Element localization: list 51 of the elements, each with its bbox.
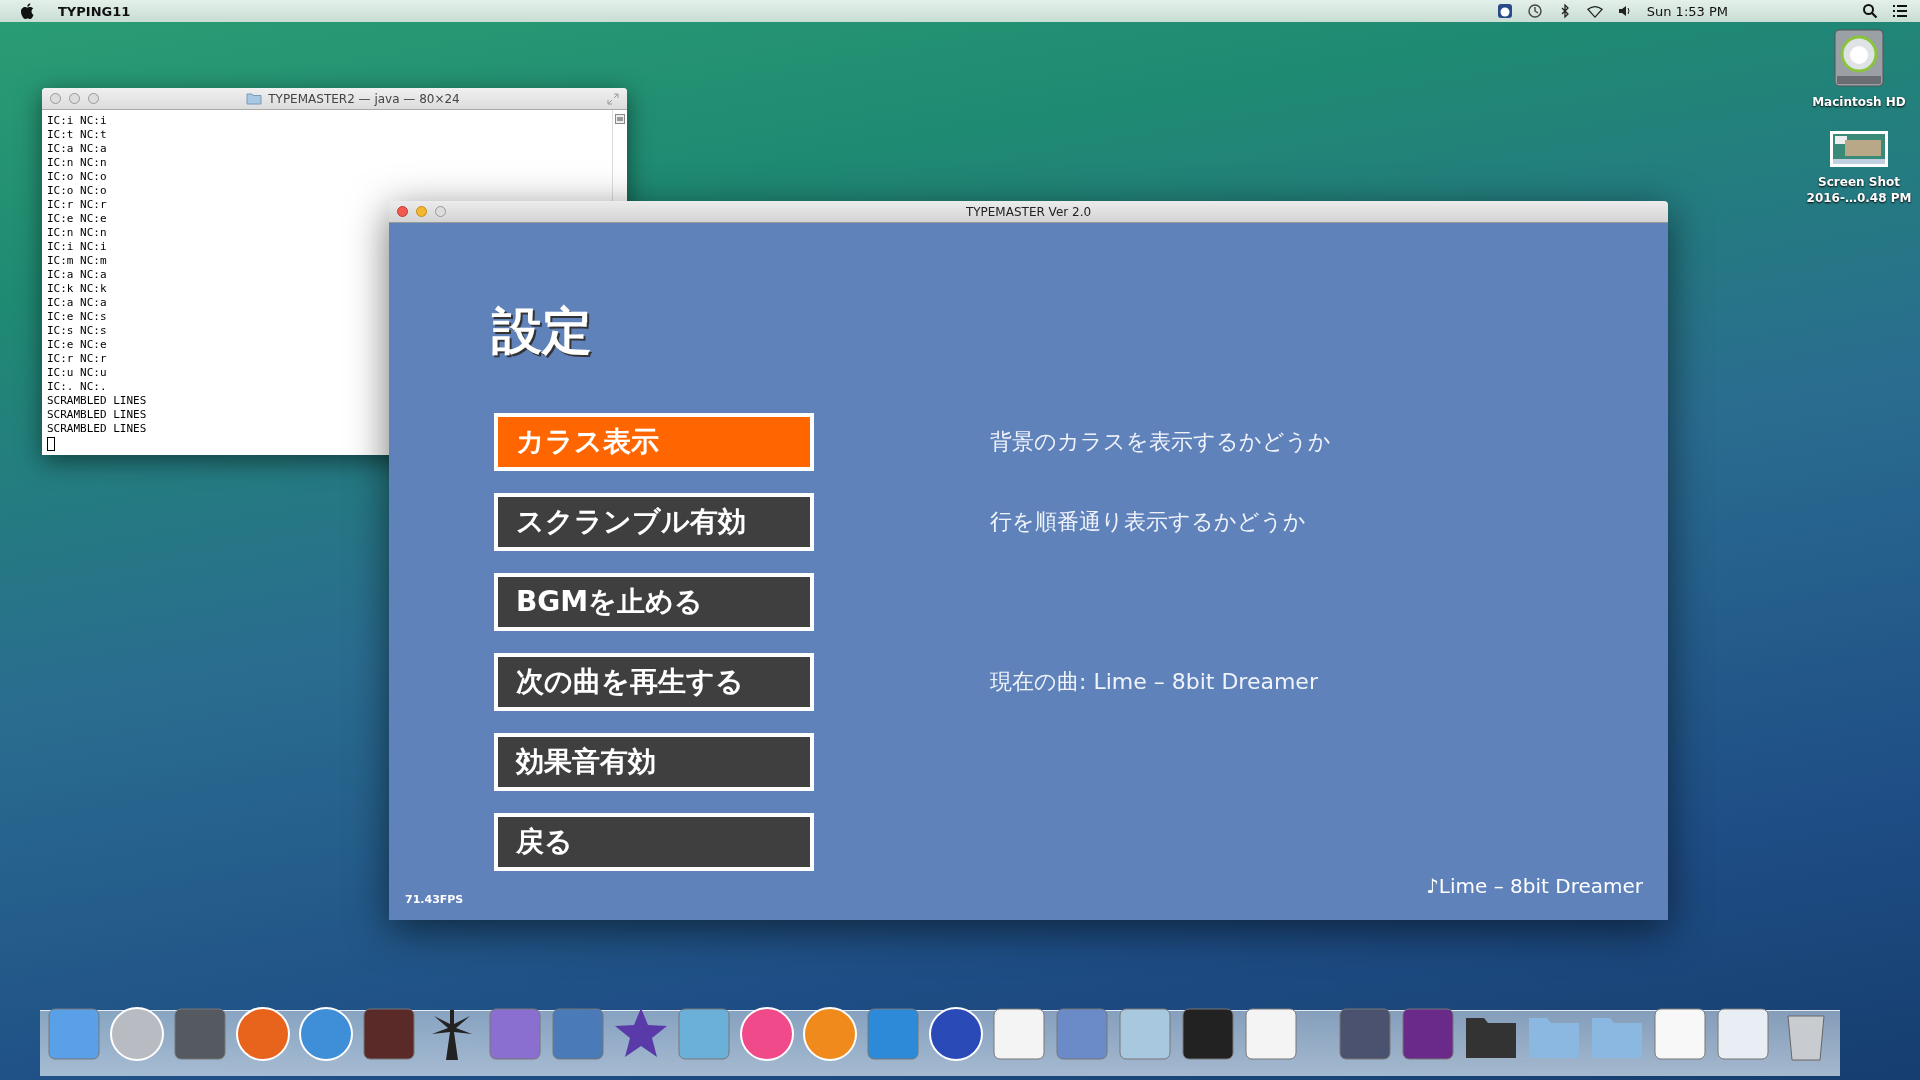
option-description: 行を順番通り表示するかどうか	[990, 508, 1307, 536]
folder-icon	[246, 92, 263, 105]
terminal-line: SCRAMBLED LINES	[47, 394, 147, 408]
terminal-line: IC:t NC:t	[47, 128, 107, 142]
fps-counter: 71.43FPS	[405, 893, 464, 906]
list-icon[interactable]	[1892, 3, 1908, 19]
terminal-line: IC:n NC:n	[47, 156, 107, 170]
close-button[interactable]	[397, 206, 408, 217]
terminal-line: IC:a NC:a	[47, 296, 107, 310]
wifi-icon[interactable]	[1586, 3, 1603, 19]
terminal-line: IC:k NC:k	[47, 282, 107, 296]
terminal-line: IC:r NC:r	[47, 352, 107, 366]
terminal-line: IC:r NC:r	[47, 198, 107, 212]
apple-icon[interactable]	[20, 3, 34, 19]
terminal-line: IC:a NC:a	[47, 142, 107, 156]
terminal-line: IC:o NC:o	[47, 170, 107, 184]
speaker-icon[interactable]	[1616, 3, 1633, 19]
terminal-line: IC:u NC:u	[47, 366, 107, 380]
menu-option-button[interactable]: 戻る	[494, 813, 814, 871]
settings-heading: 設定	[492, 301, 592, 361]
desktop-icon-label: Macintosh HD	[1812, 94, 1906, 110]
terminal-line: SCRAMBLED LINES	[47, 408, 147, 422]
text-cursor	[47, 437, 55, 451]
clock-icon[interactable]	[1526, 3, 1543, 19]
menu-option-button[interactable]: 次の曲を再生する	[494, 653, 814, 711]
terminal-line: SCRAMBLED LINES	[47, 422, 147, 436]
terminal-line: IC:m NC:m	[47, 254, 107, 268]
screenshot-thumbnail-icon[interactable]	[1829, 130, 1889, 168]
search-icon[interactable]	[1862, 3, 1878, 19]
terminal-line: IC:a NC:a	[47, 268, 107, 282]
menu-option-button[interactable]: 効果音有効	[494, 733, 814, 791]
terminal-line: IC:e NC:e	[47, 212, 107, 226]
desktop-icon-label: Screen Shot 2016-…0.48 PM	[1806, 174, 1912, 206]
terminal-line: IC:n NC:n	[47, 226, 107, 240]
terminal-line: IC:i NC:i	[47, 114, 107, 128]
app-menu[interactable]: TYPING11	[58, 3, 131, 19]
terminal-line: IC:. NC:.	[47, 380, 107, 394]
terminal-line: IC:e NC:e	[47, 338, 107, 352]
option-description: 現在の曲: Lime – 8bit Dreamer	[990, 668, 1319, 696]
menu-clock[interactable]: Sun 1:53 PM	[1646, 3, 1728, 19]
terminal-line: IC:e NC:s	[47, 310, 107, 324]
terminal-line: IC:o NC:o	[47, 184, 107, 198]
now-playing-text: ♪Lime – 8bit Dreamer	[1426, 874, 1643, 898]
terminal-line: IC:s NC:s	[47, 324, 107, 338]
terminal-line: IC:i NC:i	[47, 240, 107, 254]
window-title: TYPEMASTER Ver 2.0	[965, 204, 1092, 219]
menu-option-button[interactable]: BGMを止める	[494, 573, 814, 631]
menu-option-button[interactable]: スクランブル有効	[494, 493, 814, 551]
split-pane-icon[interactable]	[615, 114, 625, 124]
window-title: TYPEMASTER2 — java — 80×24	[268, 91, 460, 106]
option-description: 背景のカラスを表示するかどうか	[990, 428, 1331, 456]
